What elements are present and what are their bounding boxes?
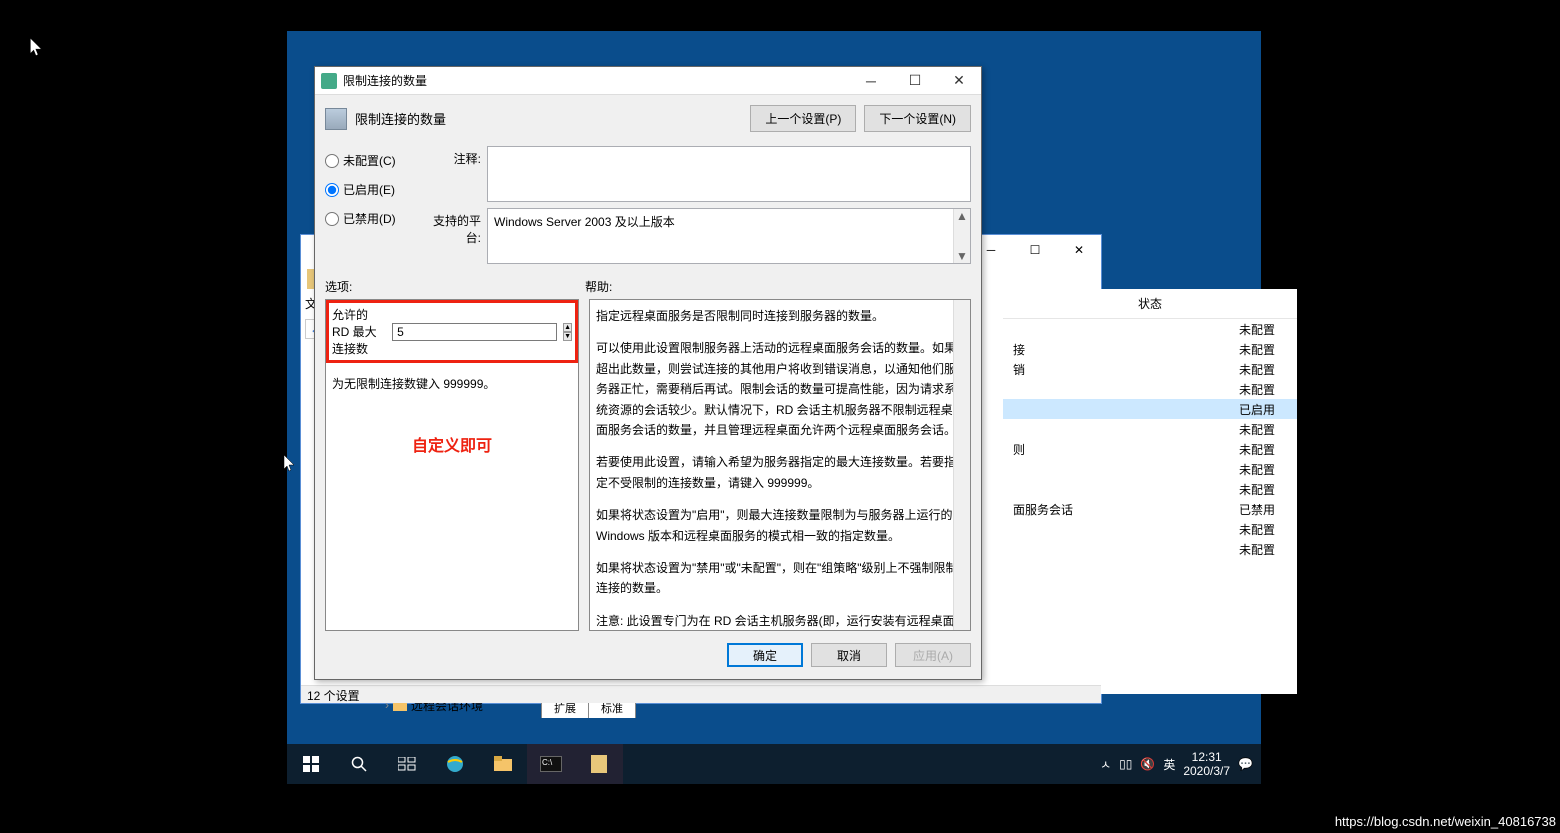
radio-not-configured[interactable]: 未配置(C) <box>325 152 417 169</box>
scrollbar-icon[interactable]: ▲▼ <box>953 209 970 263</box>
ie-taskbar-icon[interactable] <box>431 744 479 784</box>
list-item[interactable]: 面服务会话已禁用 <box>1003 499 1297 519</box>
list-item[interactable]: 未配置 <box>1003 379 1297 399</box>
custom-annotation: 自定义即可 <box>332 432 572 456</box>
dialog-maximize-button[interactable]: ☐ <box>893 67 937 95</box>
highlight-box: 允许的 RD 最大连接数 ▲ ▼ <box>326 300 578 363</box>
cancel-button[interactable]: 取消 <box>811 643 887 667</box>
start-button[interactable] <box>287 744 335 784</box>
cursor-icon <box>30 38 44 58</box>
list-item[interactable]: 则未配置 <box>1003 439 1297 459</box>
help-label: 帮助: <box>585 278 612 295</box>
explorer-taskbar-icon[interactable] <box>479 744 527 784</box>
list-header-state[interactable]: 状态 <box>1003 289 1297 319</box>
tray-clock[interactable]: 12:31 2020/3/7 <box>1183 750 1230 778</box>
list-item[interactable]: 未配置 <box>1003 519 1297 539</box>
cmd-taskbar-icon[interactable]: C:\ <box>527 744 575 784</box>
list-item[interactable]: 未配置 <box>1003 479 1297 499</box>
task-view-button[interactable] <box>383 744 431 784</box>
list-item[interactable]: 接未配置 <box>1003 339 1297 359</box>
tray-chevron-icon[interactable]: ㅅ <box>1100 756 1111 773</box>
system-tray: ㅅ ▯▯ 🔇 英 12:31 2020/3/7 💬 <box>1100 750 1261 778</box>
spin-down-button[interactable]: ▼ <box>563 332 572 341</box>
dialog-minimize-button[interactable]: ─ <box>849 67 893 95</box>
radio-enabled[interactable]: 已启用(E) <box>325 181 417 198</box>
list-item[interactable]: 已启用 <box>1003 399 1297 419</box>
dialog-title: 限制连接的数量 <box>343 72 427 89</box>
radio-disabled[interactable]: 已禁用(D) <box>325 210 417 227</box>
tray-network-icon[interactable]: ▯▯ <box>1119 757 1132 771</box>
list-item[interactable]: 未配置 <box>1003 459 1297 479</box>
help-scrollbar[interactable] <box>953 300 970 630</box>
options-pane: 允许的 RD 最大连接数 ▲ ▼ 为无限制连接数键入 999999。 自定义即可 <box>325 299 579 631</box>
comment-textarea[interactable] <box>487 146 971 202</box>
close-button-bg[interactable]: ✕ <box>1057 235 1101 265</box>
policy-heading: 限制连接的数量 <box>355 109 742 128</box>
spinner-control[interactable]: ▲ ▼ <box>563 323 572 341</box>
notepad-taskbar-icon[interactable] <box>575 744 623 784</box>
taskbar: C:\ ㅅ ▯▯ 🔇 英 12:31 2020/3/7 💬 <box>287 744 1261 784</box>
settings-list: 状态 未配置接未配置销未配置未配置已启用未配置则未配置未配置未配置面服务会话已禁… <box>1003 289 1297 694</box>
ok-button[interactable]: 确定 <box>727 643 803 667</box>
state-radio-group: 未配置(C) 已启用(E) 已禁用(D) <box>325 146 417 270</box>
unlimited-note: 为无限制连接数键入 999999。 <box>332 375 572 392</box>
options-label: 选项: <box>325 278 585 295</box>
max-conn-label: 允许的 RD 最大连接数 <box>332 306 386 357</box>
platform-text: Windows Server 2003 及以上版本 ▲▼ <box>487 208 971 264</box>
dialog-icon <box>321 73 337 89</box>
tray-ime-label[interactable]: 英 <box>1163 756 1175 773</box>
list-item[interactable]: 未配置 <box>1003 539 1297 559</box>
list-item[interactable]: 未配置 <box>1003 419 1297 439</box>
next-setting-button[interactable]: 下一个设置(N) <box>864 105 971 132</box>
search-button[interactable] <box>335 744 383 784</box>
prev-setting-button[interactable]: 上一个设置(P) <box>750 105 856 132</box>
dialog-titlebar: 限制连接的数量 ─ ☐ ✕ <box>315 67 981 95</box>
spin-up-button[interactable]: ▲ <box>563 323 572 332</box>
list-item[interactable]: 未配置 <box>1003 319 1297 339</box>
status-bar: 12 个设置 <box>301 685 1101 703</box>
watermark-text: https://blog.csdn.net/weixin_40816738 <box>1335 814 1556 829</box>
tray-notification-icon[interactable]: 💬 <box>1238 757 1253 771</box>
list-item[interactable]: 销未配置 <box>1003 359 1297 379</box>
policy-dialog: 限制连接的数量 ─ ☐ ✕ 限制连接的数量 上一个设置(P) 下一个设置(N) … <box>314 66 982 680</box>
policy-icon <box>325 108 347 130</box>
platform-label: 支持的平台: <box>427 208 487 264</box>
comment-label: 注释: <box>427 146 487 202</box>
apply-button[interactable]: 应用(A) <box>895 643 971 667</box>
tray-volume-icon[interactable]: 🔇 <box>1140 757 1155 771</box>
dialog-close-button[interactable]: ✕ <box>937 67 981 95</box>
maximize-button-bg[interactable]: ☐ <box>1013 235 1057 265</box>
max-conn-input[interactable] <box>392 323 557 341</box>
help-pane: 指定远程桌面服务是否限制同时连接到服务器的数量。 可以使用此设置限制服务器上活动… <box>589 299 971 631</box>
